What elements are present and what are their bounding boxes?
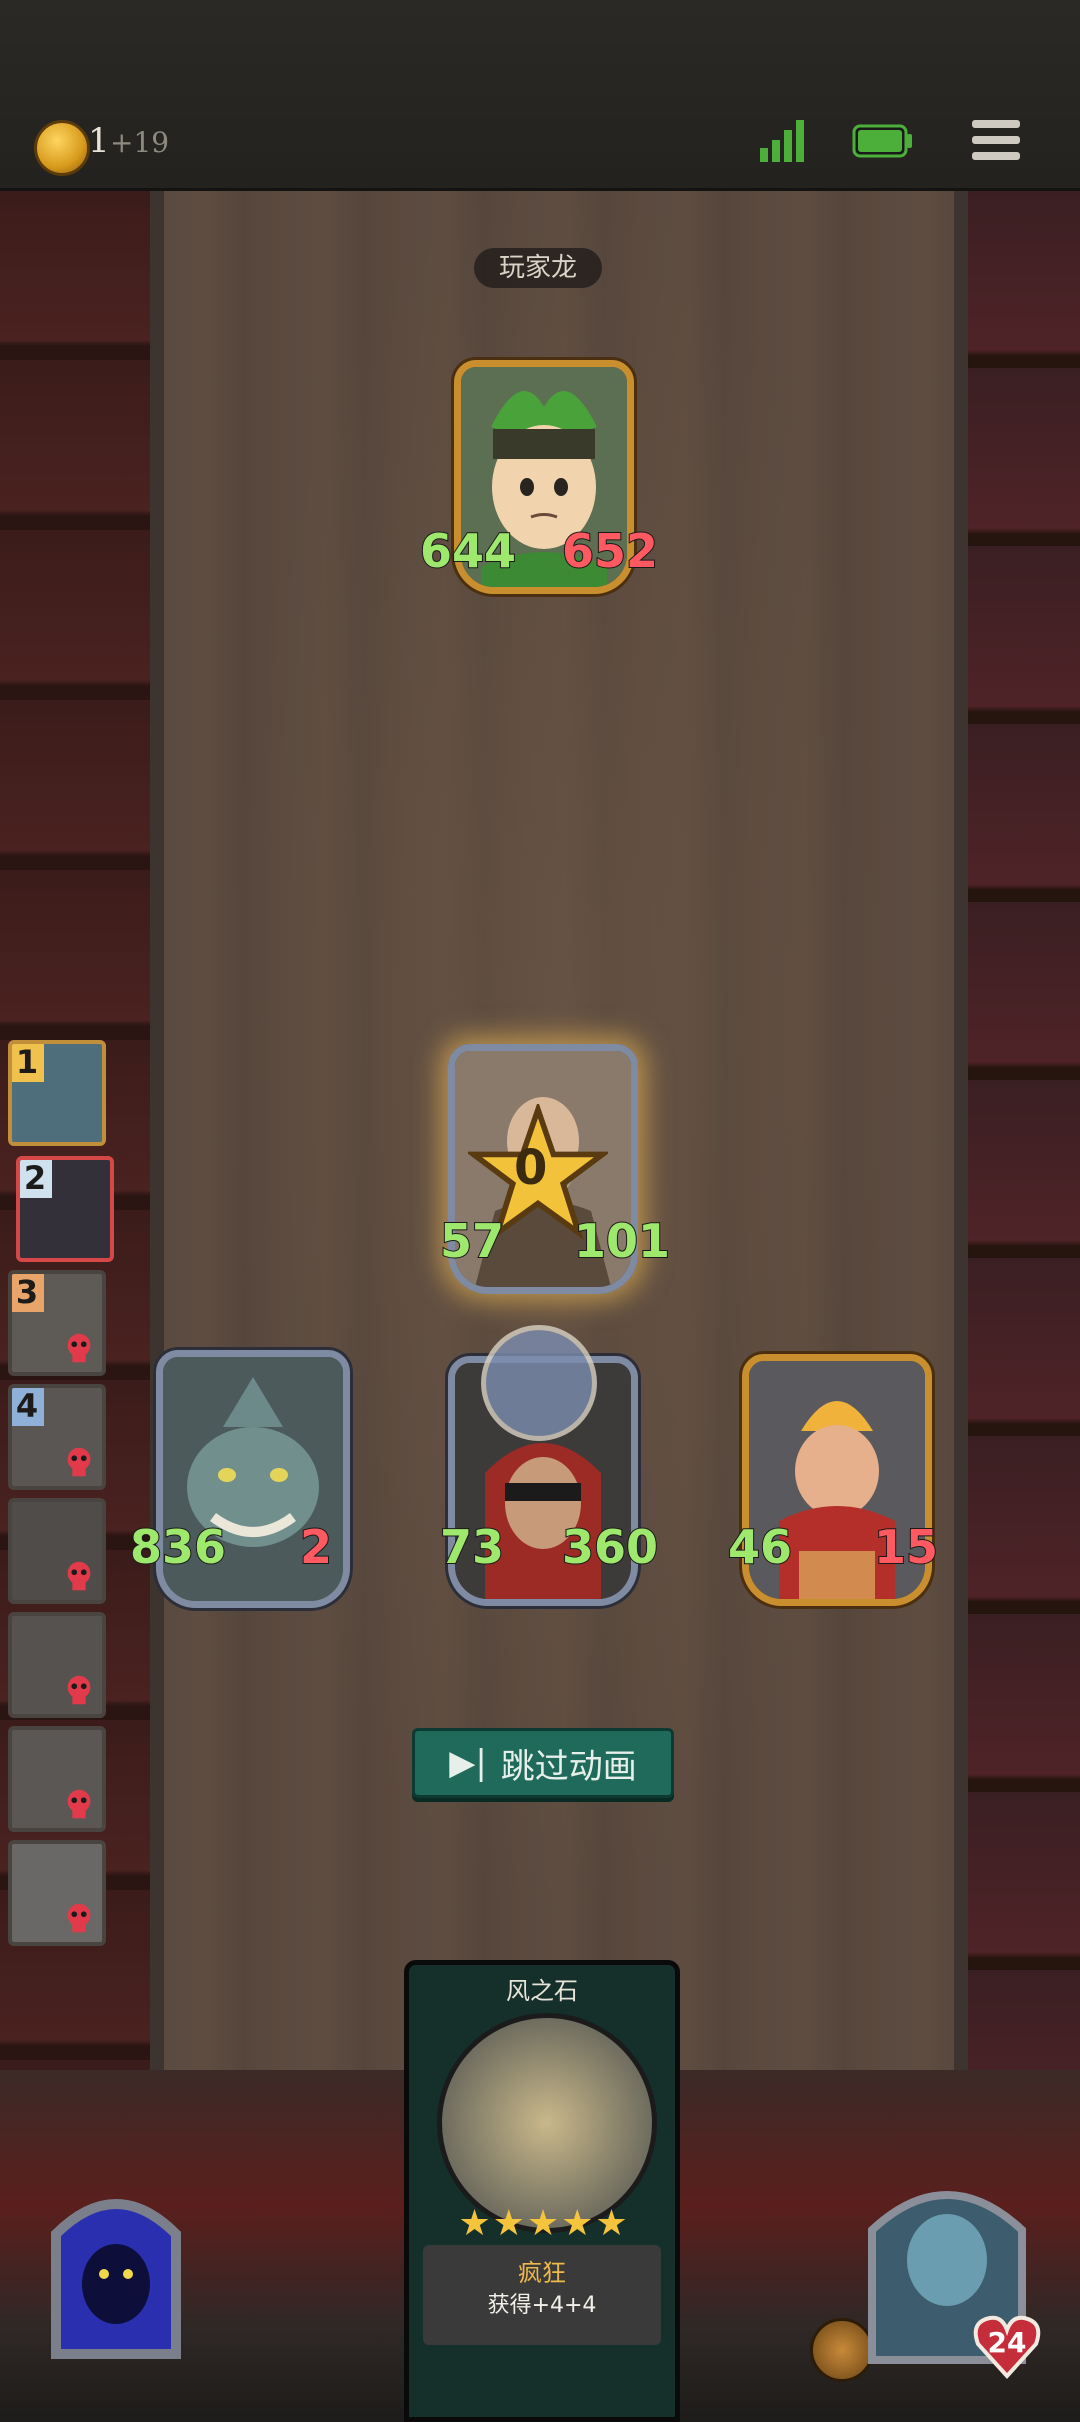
- skull-icon: [67, 1561, 91, 1591]
- skull-icon: [67, 1447, 91, 1477]
- item-effect: 疯狂: [518, 2259, 566, 2287]
- hero-health: 24: [987, 2326, 1027, 2359]
- player-name-label: 玩家龙: [474, 248, 602, 288]
- menu-icon[interactable]: [970, 116, 1022, 164]
- roster-slot-8[interactable]: [8, 1840, 106, 1946]
- opponent-attack: 644: [419, 523, 517, 579]
- roster-slot-5[interactable]: [8, 1498, 106, 1604]
- opponent-health: 652: [561, 523, 659, 579]
- skull-icon: [67, 1789, 91, 1819]
- roster-slot-7[interactable]: [8, 1726, 106, 1832]
- roster-slot-2[interactable]: 2: [16, 1156, 114, 1262]
- battery-icon: [852, 124, 912, 158]
- item-description: 获得+4+4: [487, 2293, 597, 2318]
- orb-icon: [481, 1325, 597, 1441]
- skip-icon: ▶|: [449, 1743, 487, 1783]
- roster-slot-1[interactable]: 1: [8, 1040, 106, 1146]
- item-card[interactable]: 风之石 ★★★★★ 疯狂 获得+4+4: [404, 1960, 680, 2422]
- roster-slot-6[interactable]: [8, 1612, 106, 1718]
- center-health: 101: [573, 1213, 671, 1269]
- roster-slot-3[interactable]: 3: [8, 1270, 106, 1376]
- skull-icon: [67, 1675, 91, 1705]
- roster-number: 3: [12, 1274, 44, 1312]
- skull-icon: [67, 1333, 91, 1363]
- skull-icon: [67, 1903, 91, 1933]
- coin-icon: [34, 120, 90, 176]
- rogue-health: 360: [561, 1519, 659, 1575]
- item-title: 风之石: [506, 1977, 578, 2005]
- portal-icon[interactable]: [16, 2164, 216, 2364]
- skip-label: 跳过动画: [500, 1746, 637, 1787]
- wind-stone-art: [437, 2013, 657, 2233]
- roster-number: 4: [12, 1388, 44, 1426]
- coin-count: 1: [88, 121, 110, 161]
- shark-attack: 836: [129, 1519, 227, 1575]
- coin-income: +19: [110, 126, 170, 159]
- star-value: 0: [514, 1140, 548, 1196]
- item-stars: ★★★★★: [458, 2203, 630, 2244]
- roster-number: 1: [12, 1044, 44, 1082]
- signal-icon: [760, 120, 804, 162]
- shark-health: 2: [299, 1519, 333, 1575]
- rogue-attack: 73: [439, 1519, 505, 1575]
- roster-slot-4[interactable]: 4: [8, 1384, 106, 1490]
- skip-animation-button[interactable]: ▶| 跳过动画: [412, 1728, 674, 1798]
- fighter-health: 15: [873, 1519, 939, 1575]
- top-bar: [0, 0, 1080, 191]
- fighter-attack: 46: [727, 1519, 793, 1575]
- center-attack: 57: [439, 1213, 505, 1269]
- roster-number: 2: [20, 1160, 52, 1198]
